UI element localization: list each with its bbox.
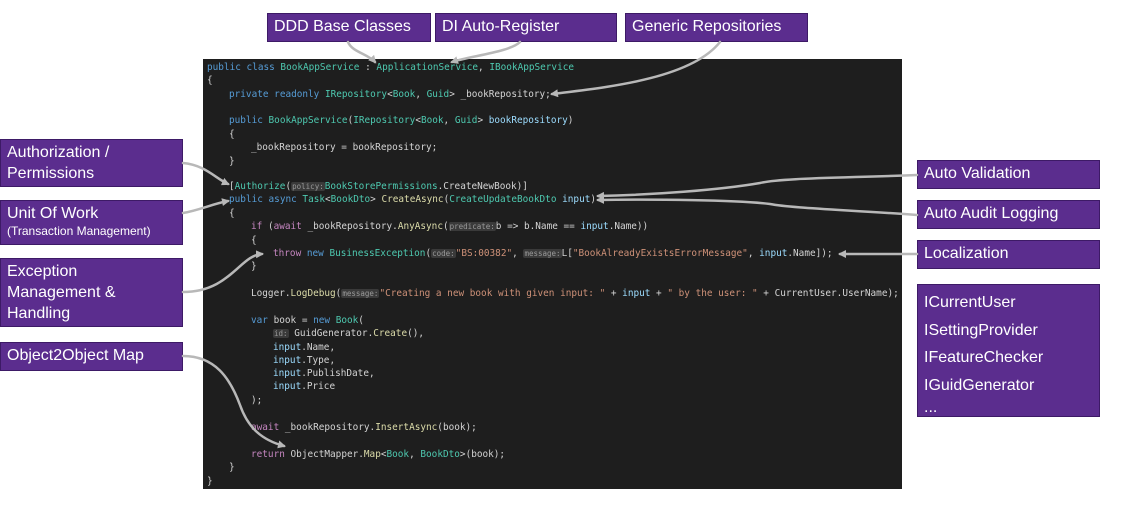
code-line: await _bookRepository.InsertAsync(book); bbox=[251, 422, 477, 433]
code-line: return ObjectMapper.Map<Book, BookDto>(b… bbox=[251, 449, 506, 460]
code-line: public async Task<BookDto> CreateAsync(C… bbox=[229, 194, 597, 205]
ddd-base-classes-label: DDD Base Classes bbox=[267, 13, 431, 42]
auto-audit-logging-label: Auto Audit Logging bbox=[917, 200, 1100, 229]
code-line: throw new BusinessException(code:"BS:003… bbox=[273, 248, 833, 259]
service-feature-checker: IFeatureChecker bbox=[924, 349, 1044, 366]
generic-repositories-label: Generic Repositories bbox=[625, 13, 808, 42]
code-line: public BookAppService(IRepository<Book, … bbox=[229, 115, 574, 126]
code-line: Logger.LogDebug(message:"Creating a new … bbox=[251, 288, 899, 299]
code-line: } bbox=[229, 462, 235, 473]
code-line: _bookRepository = bookRepository; bbox=[251, 142, 438, 153]
auto-validation-label: Auto Validation bbox=[917, 160, 1100, 189]
code-line: } bbox=[207, 476, 213, 487]
code-line: { bbox=[251, 235, 257, 246]
localization-label: Localization bbox=[917, 240, 1100, 269]
code-line: private readonly IRepository<Book, Guid>… bbox=[229, 89, 551, 100]
code-line: input.Price bbox=[273, 381, 336, 392]
authorization-permissions-label: Authorization / Permissions bbox=[0, 139, 183, 187]
services-list-label: ICurrentUser ISettingProvider IFeatureCh… bbox=[917, 284, 1100, 417]
code-line: if (await _bookRepository.AnyAsync(predi… bbox=[251, 221, 649, 232]
service-more: ... bbox=[924, 399, 938, 416]
code-line: id: GuidGenerator.Create(), bbox=[273, 328, 425, 339]
code-line: { bbox=[207, 75, 213, 86]
code-line: } bbox=[251, 261, 257, 272]
code-line: { bbox=[229, 208, 235, 219]
code-line: input.PublishDate, bbox=[273, 368, 375, 379]
code-line: } bbox=[229, 156, 235, 167]
unit-of-work-label: Unit Of Work (Transaction Management) bbox=[0, 200, 183, 245]
service-setting-provider: ISettingProvider bbox=[924, 321, 1038, 339]
code-line: [Authorize(policy:BookStorePermissions.C… bbox=[229, 181, 528, 192]
code-line: input.Name, bbox=[273, 342, 336, 353]
code-line: var book = new Book( bbox=[251, 315, 364, 326]
di-auto-register-label: DI Auto-Register bbox=[435, 13, 617, 42]
object-map-label: Object2Object Map bbox=[0, 342, 183, 371]
code-line: input.Type, bbox=[273, 355, 336, 366]
service-guid-generator: IGuidGenerator bbox=[924, 376, 1035, 394]
code-line: public class BookAppService : Applicatio… bbox=[207, 62, 575, 73]
service-current-user: ICurrentUser bbox=[924, 294, 1016, 311]
exception-handling-label: Exception Management & Handling bbox=[0, 258, 183, 327]
code-line: { bbox=[229, 129, 235, 140]
code-editor: public class BookAppService : Applicatio… bbox=[203, 59, 902, 489]
code-line: ); bbox=[251, 395, 263, 406]
